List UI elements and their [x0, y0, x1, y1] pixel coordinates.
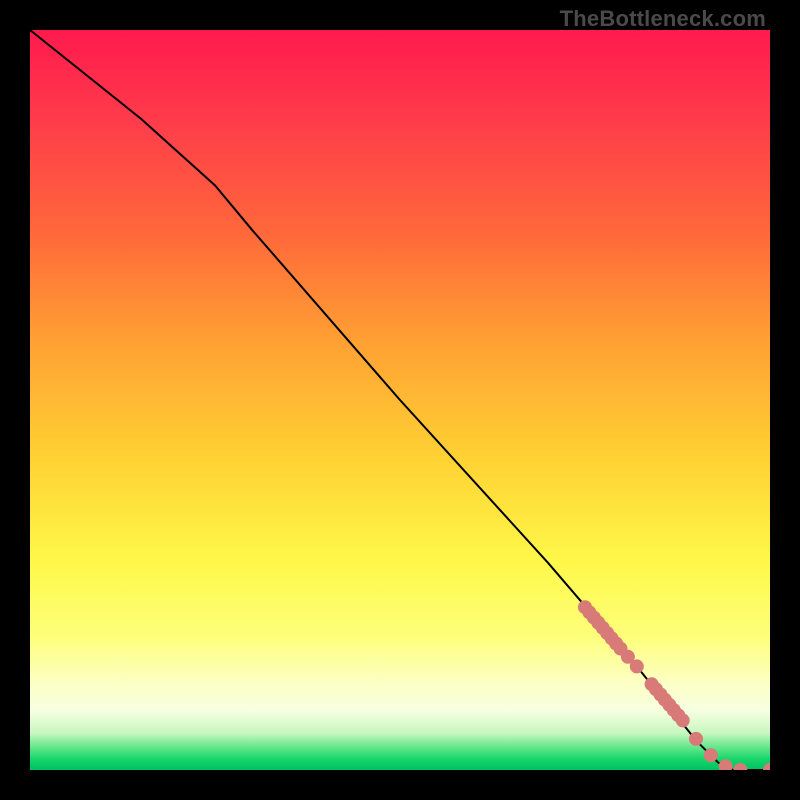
chart-curve: [30, 30, 770, 770]
chart-plot: [30, 30, 770, 770]
chart-point: [763, 763, 770, 770]
chart-point: [704, 748, 718, 762]
chart-point: [676, 713, 690, 727]
chart-point: [630, 659, 644, 673]
chart-frame: [30, 30, 770, 770]
chart-points: [578, 600, 770, 770]
chart-point: [733, 763, 747, 770]
watermark-text: TheBottleneck.com: [560, 6, 766, 32]
chart-point: [719, 759, 733, 770]
chart-point: [689, 732, 703, 746]
